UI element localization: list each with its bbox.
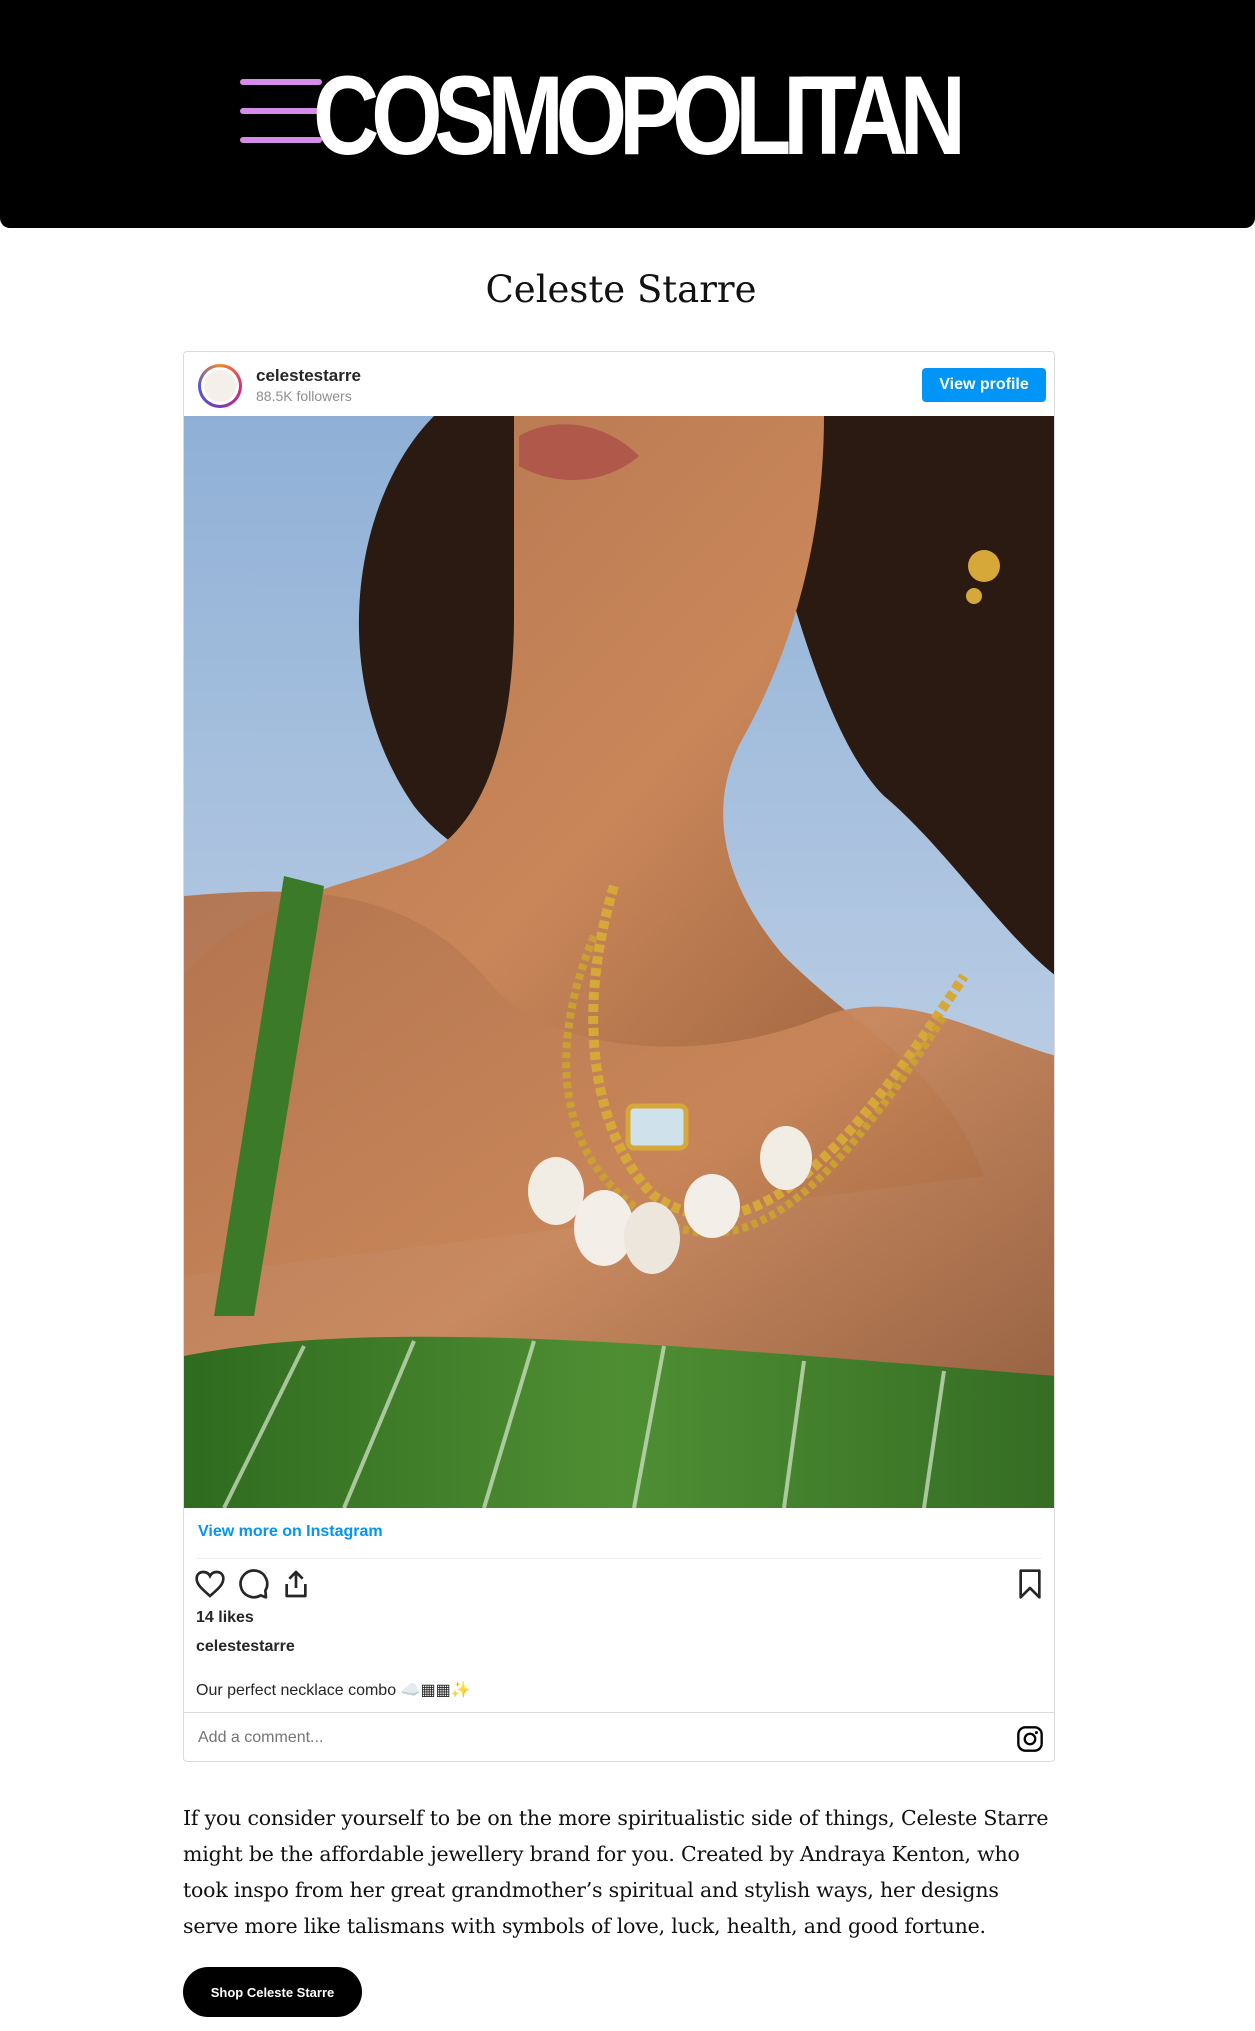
caption-username[interactable]: celestestarre (196, 1638, 295, 1656)
profile-avatar[interactable] (198, 364, 242, 408)
instagram-header: celestestarre 88.5K followers View profi… (184, 352, 1054, 416)
bookmark-icon[interactable] (1014, 1568, 1046, 1600)
menu-line (240, 79, 322, 85)
heart-icon[interactable] (194, 1568, 226, 1600)
instagram-logo-icon[interactable] (1016, 1725, 1044, 1753)
view-profile-button[interactable]: View profile (922, 368, 1046, 402)
divider (184, 1712, 1054, 1713)
shop-celeste-starre-button[interactable]: Shop Celeste Starre (183, 1967, 362, 2017)
avatar-image (204, 370, 236, 402)
view-more-on-instagram-link[interactable]: View more on Instagram (198, 1523, 383, 1541)
share-icon[interactable] (280, 1568, 312, 1600)
caption-text: Our perfect necklace combo ☁️▦▦✨ (196, 1682, 471, 1699)
menu-line (240, 108, 322, 114)
comment-icon[interactable] (238, 1568, 270, 1600)
instagram-embed: celestestarre 88.5K followers View profi… (183, 351, 1055, 1762)
comment-input[interactable] (196, 1728, 1000, 1748)
menu-line (240, 137, 322, 143)
article-paragraph: If you consider yourself to be on the mo… (183, 1806, 1049, 1938)
profile-username[interactable]: celestestarre (256, 366, 361, 386)
divider (196, 1558, 1042, 1559)
followers-count: 88.5K followers (256, 388, 352, 404)
likes-count[interactable]: 14 likes (196, 1609, 254, 1627)
post-photo[interactable] (184, 416, 1054, 1508)
site-logo[interactable]: COSMOPOLITAN (313, 58, 966, 174)
post-actions (194, 1568, 1044, 1604)
site-header: COSMOPOLITAN (0, 0, 1255, 228)
section-title: Celeste Starre (485, 268, 757, 311)
